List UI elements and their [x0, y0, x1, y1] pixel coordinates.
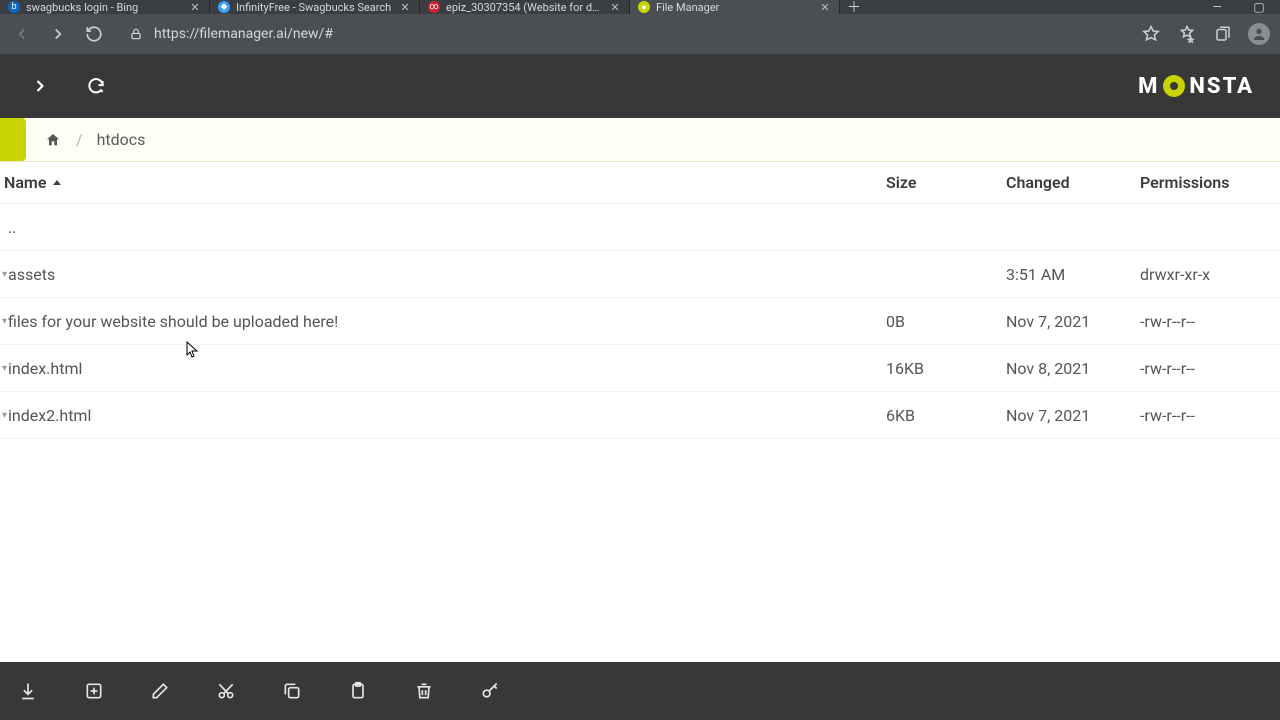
browser-tab-bar: b swagbucks login - Bing ✕ ◆ InfinityFre…: [0, 0, 1280, 14]
table-row[interactable]: ▾ index.html 16KB Nov 8, 2021 -rw-r--r--: [0, 345, 1280, 392]
copy-button[interactable]: [274, 673, 310, 709]
file-changed: Nov 7, 2021: [1006, 406, 1140, 425]
app-logo: M NSTA: [1138, 74, 1268, 99]
file-changed: Nov 8, 2021: [1006, 359, 1140, 378]
bottom-toolbar: [0, 662, 1280, 720]
favicon: ∞: [428, 1, 440, 13]
tab-title: InfinityFree - Swagbucks Search: [236, 1, 393, 14]
tab-title: swagbucks login - Bing: [26, 1, 183, 14]
favicon: ◆: [218, 1, 230, 13]
breadcrumb-separator: /: [76, 130, 83, 149]
close-icon[interactable]: ✕: [609, 1, 621, 13]
app-toolbar: M NSTA: [0, 54, 1280, 118]
nav-forward-button[interactable]: [12, 64, 68, 108]
lock-icon: [128, 26, 144, 42]
logo-mark-icon: [1163, 75, 1185, 97]
window-controls: — ▢: [1196, 0, 1280, 14]
file-changed: 3:51 AM: [1006, 265, 1140, 284]
caret-down-icon[interactable]: ▾: [0, 410, 8, 421]
forward-button[interactable]: [46, 22, 70, 46]
close-icon[interactable]: ✕: [399, 1, 411, 13]
file-size: 16KB: [886, 359, 1006, 378]
browser-tab-0[interactable]: b swagbucks login - Bing ✕: [0, 0, 210, 14]
sort-asc-icon: [52, 178, 62, 188]
breadcrumb-bar: / htdocs: [0, 118, 1280, 162]
column-header-name[interactable]: Name: [0, 173, 886, 192]
star-icon[interactable]: [1140, 23, 1162, 45]
file-name: files for your website should be uploade…: [8, 312, 886, 331]
browser-tab-3[interactable]: ● File Manager ✕: [630, 0, 840, 14]
table-row[interactable]: ▾ index2.html 6KB Nov 7, 2021 -rw-r--r--: [0, 392, 1280, 439]
new-folder-button[interactable]: [76, 673, 112, 709]
cut-button[interactable]: [208, 673, 244, 709]
file-size: 6KB: [886, 406, 1006, 425]
maximize-button[interactable]: ▢: [1238, 0, 1280, 14]
file-permissions: -rw-r--r--: [1140, 312, 1280, 331]
table-row[interactable]: ▾ assets 3:51 AM drwxr-xr-x: [0, 251, 1280, 298]
favicon: ●: [638, 1, 650, 13]
edit-button[interactable]: [142, 673, 178, 709]
file-table: Name Size Changed Permissions .. ▾ asset…: [0, 162, 1280, 662]
file-changed: Nov 7, 2021: [1006, 312, 1140, 331]
favicon: b: [8, 1, 20, 13]
caret-down-icon[interactable]: ▾: [0, 363, 8, 374]
caret-down-icon[interactable]: ▾: [0, 269, 8, 280]
browser-tab-1[interactable]: ◆ InfinityFree - Swagbucks Search ✕: [210, 0, 420, 14]
column-header-permissions[interactable]: Permissions: [1140, 173, 1280, 192]
browser-address-bar: https://filemanager.ai/new/#: [0, 14, 1280, 54]
paste-button[interactable]: [340, 673, 376, 709]
column-header-size[interactable]: Size: [886, 173, 1006, 192]
permissions-button[interactable]: [472, 673, 508, 709]
refresh-button[interactable]: [68, 64, 124, 108]
table-row[interactable]: ▾ files for your website should be uploa…: [0, 298, 1280, 345]
close-icon[interactable]: ✕: [189, 1, 201, 13]
profile-avatar[interactable]: [1248, 23, 1270, 45]
file-name: assets: [8, 265, 886, 284]
file-name: index.html: [8, 359, 886, 378]
tab-title: epiz_30307354 (Website for dan: [446, 1, 603, 14]
caret-down-icon[interactable]: ▾: [0, 316, 8, 327]
file-permissions: -rw-r--r--: [1140, 359, 1280, 378]
new-tab-button[interactable]: ＋: [840, 0, 868, 14]
table-row-parent[interactable]: ..: [0, 204, 1280, 251]
home-icon[interactable]: [44, 131, 62, 149]
reload-button[interactable]: [82, 22, 106, 46]
delete-button[interactable]: [406, 673, 442, 709]
address-omnibox[interactable]: https://filemanager.ai/new/#: [118, 21, 1128, 47]
accent-strip: [0, 118, 26, 161]
close-icon[interactable]: ✕: [819, 1, 831, 13]
logo-text-post: NSTA: [1189, 74, 1254, 99]
favorites-icon[interactable]: [1176, 23, 1198, 45]
file-permissions: drwxr-xr-x: [1140, 265, 1280, 284]
table-header-row: Name Size Changed Permissions: [0, 162, 1280, 204]
download-button[interactable]: [10, 673, 46, 709]
file-name: index2.html: [8, 406, 886, 425]
file-name: ..: [8, 218, 886, 237]
url-text: https://filemanager.ai/new/#: [154, 26, 333, 42]
logo-text-pre: M: [1138, 74, 1159, 99]
collections-icon[interactable]: [1212, 23, 1234, 45]
breadcrumb-folder[interactable]: htdocs: [97, 130, 146, 149]
tab-title: File Manager: [656, 1, 813, 14]
column-header-changed[interactable]: Changed: [1006, 173, 1140, 192]
file-permissions: -rw-r--r--: [1140, 406, 1280, 425]
file-size: 0B: [886, 312, 1006, 331]
minimize-button[interactable]: —: [1196, 0, 1238, 14]
browser-tab-2[interactable]: ∞ epiz_30307354 (Website for dan ✕: [420, 0, 630, 14]
back-button[interactable]: [10, 22, 34, 46]
